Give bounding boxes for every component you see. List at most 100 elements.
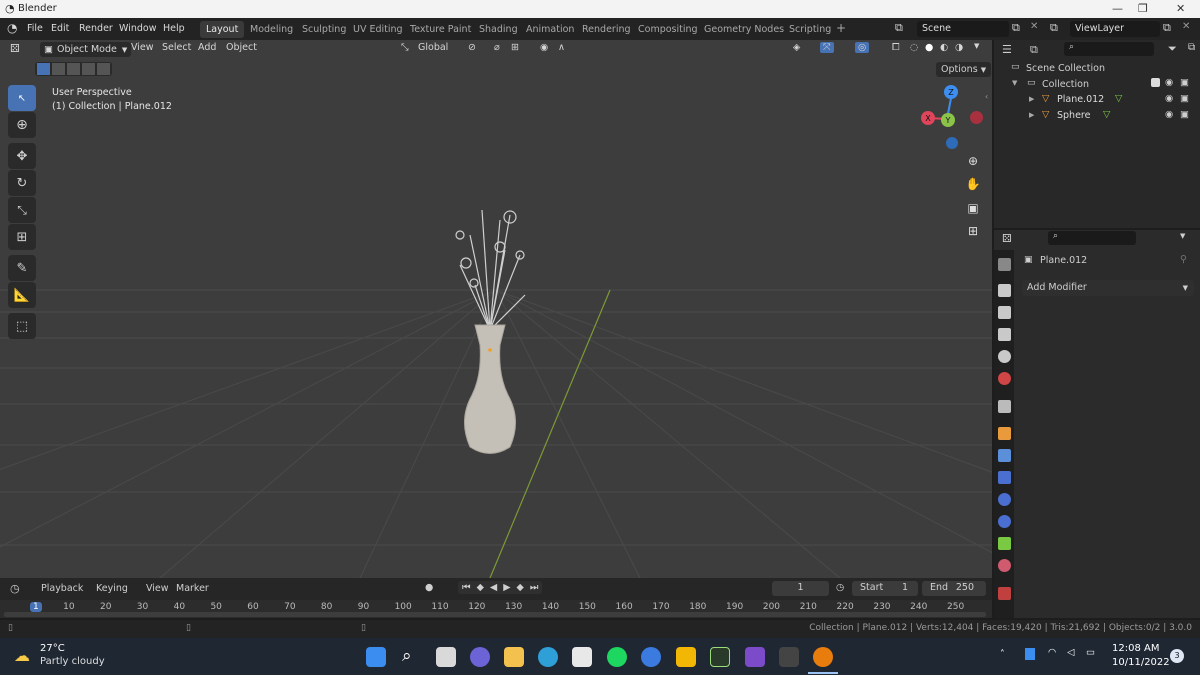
blender-taskbar-icon[interactable] [813,647,833,667]
world-tab-icon[interactable] [998,372,1011,385]
visual-studio-icon[interactable] [745,647,765,667]
transform-tool[interactable]: ⊞ [8,224,36,250]
tab-layout[interactable]: Layout [200,21,245,38]
select-box-tool[interactable]: ↖ [8,85,36,111]
wireframe-shading-icon[interactable]: ◌ [910,42,918,53]
eye-icon[interactable]: ◉ [1165,77,1173,88]
cursor-tool[interactable]: ⊕ [8,112,36,138]
scene-icon[interactable]: ⧉ [895,21,903,35]
tab-uv-editing[interactable]: UV Editing [347,21,409,38]
3d-viewport[interactable] [0,40,992,578]
snap-target-icon[interactable]: ⊞ [511,42,519,53]
zoom-icon[interactable]: ⊕ [963,151,983,171]
move-tool[interactable]: ✥ [8,143,36,169]
view-layer-tab-icon[interactable] [998,328,1011,341]
wifi-icon[interactable]: ◠ [1048,647,1056,658]
weather-temperature[interactable]: 27°C [40,643,65,654]
particles-tab-icon[interactable] [998,471,1011,484]
grid-projection-icon[interactable]: ⊞ [963,221,983,241]
app-c-icon[interactable] [779,647,799,667]
add-modifier-dropdown[interactable]: Add Modifier ▼ [1022,280,1194,296]
scene-tab-icon[interactable] [998,350,1011,363]
start-frame-field[interactable]: Start 1 [852,581,918,596]
menu-add[interactable]: Add [198,42,216,53]
menu-render[interactable]: Render [79,23,113,34]
select-extend-icon[interactable] [52,63,65,75]
overlay-toggle-icon[interactable]: ◎ [855,42,870,53]
delete-scene-icon[interactable]: ✕ [1030,21,1038,32]
menu-object[interactable]: Object [226,42,257,53]
tab-geometry-nodes[interactable]: Geometry Nodes [698,21,790,38]
record-icon[interactable]: ● [425,582,433,593]
menu-playback[interactable]: Playback [41,583,83,594]
new-view-layer-icon[interactable]: ⧉ [1163,21,1171,35]
add-workspace-icon[interactable]: + [836,21,846,35]
editor-type-icon[interactable]: ⚄ [10,42,20,55]
outliner-collection[interactable]: Collection [1042,79,1089,90]
falloff-icon[interactable]: ∧ [558,42,565,53]
app-network-icon[interactable] [710,647,730,667]
select-new-icon[interactable] [37,63,50,75]
data-tab-icon[interactable] [998,537,1011,550]
tab-sculpting[interactable]: Sculpting [296,21,352,38]
spotify-icon[interactable] [607,647,627,667]
rotate-tool[interactable]: ↻ [8,170,36,196]
sidebar-toggle-icon[interactable]: ‹ [985,92,988,101]
texture-tab-icon[interactable] [998,587,1011,600]
measure-tool[interactable]: 📐 [8,282,36,308]
constraints-tab-icon[interactable] [998,515,1011,528]
tab-modeling[interactable]: Modeling [244,21,299,38]
weather-description[interactable]: Partly cloudy [40,656,105,667]
end-frame-field[interactable]: End 250 [922,581,986,596]
pivot-icon[interactable]: ⊘ [468,42,476,53]
tab-rendering[interactable]: Rendering [576,21,637,38]
visibility-icon[interactable]: ◈ [793,42,800,53]
xray-icon[interactable]: ⧠ [892,42,900,53]
tool-tab-icon[interactable] [998,258,1011,271]
delete-view-layer-icon[interactable]: ✕ [1182,21,1190,32]
volume-icon[interactable]: ◁ [1067,647,1074,658]
weather-icon[interactable]: ☁ [14,646,30,665]
mode-dropdown[interactable]: ▣ Object Mode ▼ [40,42,132,57]
gizmo-x-axis[interactable]: X [921,111,935,125]
camera-icon[interactable]: ▣ [963,198,983,218]
close-icon[interactable]: ✕ [1176,2,1185,15]
view-layer-field[interactable]: ViewLayer [1070,21,1160,37]
menu-help[interactable]: Help [163,23,185,34]
pin-icon[interactable]: ⚲ [1180,254,1187,265]
gizmo-z-axis[interactable]: Z [944,85,958,99]
tab-compositing[interactable]: Compositing [632,21,704,38]
collection-checkbox[interactable] [1151,78,1160,87]
material-tab-icon[interactable] [998,559,1011,572]
view-layer-icon[interactable]: ⧉ [1050,21,1058,35]
modifier-tab-icon[interactable] [998,449,1011,462]
properties-search-input[interactable]: ⌕ [1048,231,1136,245]
proportional-edit-icon[interactable]: ◉ [540,42,548,53]
annotate-tool[interactable]: ✎ [8,255,36,281]
menu-edit[interactable]: Edit [51,23,69,34]
menu-window[interactable]: Window [119,23,156,34]
tray-app-icon[interactable] [1025,648,1035,660]
notification-badge[interactable]: 3 [1170,649,1184,663]
menu-file[interactable]: File [27,23,43,34]
select-subtract-icon[interactable] [67,63,80,75]
tray-chevron-icon[interactable]: ˄ [1000,649,1005,660]
select-invert-icon[interactable] [82,63,95,75]
camera-render-icon[interactable]: ▣ [1180,93,1189,104]
prev-keyframe-icon[interactable]: ◆ [477,582,484,593]
scale-tool[interactable]: ⤡ [8,197,36,223]
file-explorer-icon[interactable] [504,647,524,667]
gizmo-neg-z[interactable] [946,137,958,149]
expand-sphere-icon[interactable]: ▶ [1029,111,1034,119]
camera-render-icon[interactable]: ▣ [1180,77,1189,88]
menu-view[interactable]: View [146,583,169,594]
browser-icon[interactable] [641,647,661,667]
solid-shading-icon[interactable]: ● [925,42,933,53]
tab-scripting[interactable]: Scripting [783,21,837,38]
outliner-item-plane[interactable]: Plane.012 [1057,94,1104,105]
tab-texture-paint[interactable]: Texture Paint [404,21,477,38]
pan-hand-icon[interactable]: ✋ [963,174,983,194]
chevron-down-icon[interactable]: ▼ [1180,232,1185,240]
minimize-icon[interactable]: — [1112,2,1123,15]
current-frame-field[interactable]: 1 [772,581,829,596]
